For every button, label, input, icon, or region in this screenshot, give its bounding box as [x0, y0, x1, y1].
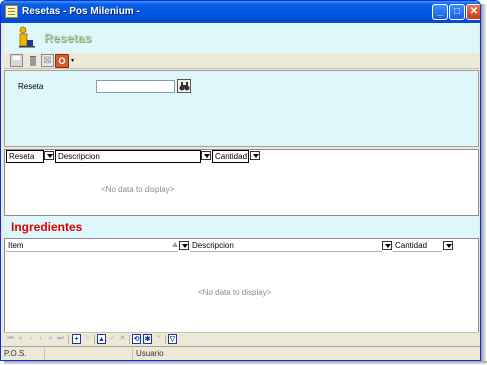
column-filter-icon[interactable]: [382, 241, 392, 250]
prev-record-icon[interactable]: ‹: [26, 334, 35, 344]
post-icon[interactable]: ✓: [108, 334, 117, 344]
navigator-separator: [68, 335, 69, 344]
column-filter-icon[interactable]: [443, 241, 453, 250]
minimize-button[interactable]: _: [432, 4, 448, 20]
maximize-button[interactable]: □: [449, 4, 465, 20]
main-window: Resetas - Pos Milenium - _ □ ✕ Resetas ⊠…: [0, 0, 481, 361]
notepad-icon: [5, 5, 18, 18]
navigator-separator: [165, 335, 166, 344]
save-icon[interactable]: [10, 54, 23, 67]
trash-icon[interactable]: [27, 54, 40, 67]
status-empty: [45, 348, 133, 360]
ingredientes-band: Ingredientes: [4, 216, 479, 238]
last-page-icon[interactable]: ⏭: [56, 334, 65, 344]
ingredientes-title: Ingredientes: [11, 220, 83, 234]
window-title: Resetas - Pos Milenium -: [22, 6, 140, 17]
cancel-edit-icon[interactable]: ✕: [118, 334, 127, 344]
insert-icon[interactable]: +: [72, 334, 81, 344]
status-bar: P.O.S. Usuario: [1, 346, 480, 360]
ingredientes-grid[interactable]: Item Descripcion Cantidad <No data to di…: [4, 238, 479, 345]
column-header-cantidad[interactable]: Cantidad: [393, 240, 442, 252]
prev-page-icon[interactable]: «: [16, 334, 25, 344]
empty-message: <No data to display>: [198, 288, 272, 297]
status-pos: P.O.S.: [1, 348, 45, 360]
dropdown-arrow-icon[interactable]: ▾: [71, 57, 77, 70]
goto-bookmark-icon[interactable]: *: [154, 334, 163, 344]
column-filter-icon[interactable]: [179, 241, 189, 250]
cancel-icon[interactable]: ⊠: [41, 54, 54, 67]
header-band: Resetas: [4, 23, 479, 53]
first-page-icon[interactable]: ⏮: [6, 334, 15, 344]
refresh-icon[interactable]: ⟲: [132, 334, 141, 344]
column-header-cantidad[interactable]: Cantidad: [212, 150, 249, 163]
status-usuario: Usuario: [136, 349, 164, 358]
column-filter-icon[interactable]: [250, 151, 260, 160]
edit-icon[interactable]: ▲: [97, 334, 106, 344]
close-button[interactable]: ✕: [466, 4, 480, 20]
column-filter-icon[interactable]: [201, 151, 211, 160]
navigator-separator: [94, 335, 95, 344]
navigator-separator: [129, 335, 130, 344]
empty-message: <No data to display>: [101, 185, 175, 194]
reseta-input[interactable]: [96, 80, 175, 93]
record-navigator: ⏮ « ‹ › » ⏭ + − ▲ ✓ ✕ ⟲ ✱ * ▽: [4, 332, 479, 345]
window-shadow-right: [481, 4, 487, 365]
bookmark-icon[interactable]: ✱: [143, 334, 152, 344]
page-title: Resetas: [44, 31, 92, 45]
resetas-grid[interactable]: Reseta Descripcion Cantidad <No data to …: [4, 149, 479, 216]
column-header-item[interactable]: Item: [6, 240, 178, 252]
figure-icon: [19, 26, 35, 48]
sort-asc-icon: [172, 242, 178, 247]
binoculars-icon[interactable]: [177, 79, 191, 93]
form-panel: Reseta: [4, 70, 479, 147]
window-shadow-bottom: [4, 361, 487, 365]
title-bar[interactable]: Resetas - Pos Milenium - _ □ ✕: [1, 1, 480, 23]
reseta-label: Reseta: [18, 82, 44, 91]
filter-icon[interactable]: ▽: [168, 334, 177, 344]
column-filter-icon[interactable]: [44, 151, 54, 160]
toolbar: ⊠ O ▾: [4, 53, 479, 69]
power-icon[interactable]: O: [55, 54, 69, 68]
column-header-reseta[interactable]: Reseta: [6, 150, 44, 163]
column-header-descripcion[interactable]: Descripcion: [55, 150, 201, 163]
next-page-icon[interactable]: »: [46, 334, 55, 344]
column-header-descripcion[interactable]: Descripcion: [190, 240, 382, 252]
next-record-icon[interactable]: ›: [36, 334, 45, 344]
delete-icon[interactable]: −: [83, 334, 92, 344]
